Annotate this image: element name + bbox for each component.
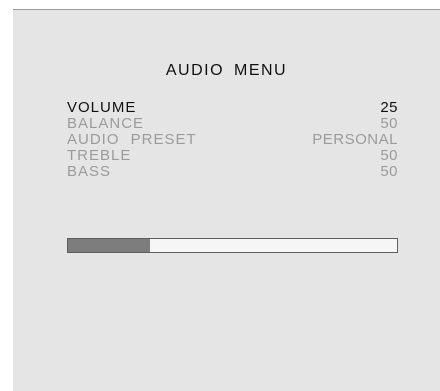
menu-item-treble[interactable]: TREBLE 50: [67, 148, 398, 164]
menu-item-label: VOLUME: [67, 99, 137, 116]
menu-item-value: PERSONAL: [312, 131, 398, 148]
menu-item-value: 50: [380, 115, 398, 132]
menu-item-label: TREBLE: [67, 147, 132, 164]
menu-item-value: 50: [380, 147, 398, 164]
menu-item-value: 50: [380, 163, 398, 180]
menu-item-label: BASS: [67, 163, 112, 180]
audio-menu-panel: AUDIO MENU VOLUME 25 BALANCE 50 AUDIO PR…: [13, 9, 440, 391]
audio-menu-list: VOLUME 25 BALANCE 50 AUDIO PRESET PERSON…: [67, 100, 398, 180]
menu-item-volume[interactable]: VOLUME 25: [67, 100, 398, 116]
menu-item-balance[interactable]: BALANCE 50: [67, 116, 398, 132]
volume-level-fill: [68, 239, 151, 252]
menu-item-label: BALANCE: [67, 115, 145, 132]
menu-item-value: 25: [380, 99, 398, 116]
menu-item-label: AUDIO PRESET: [67, 131, 197, 148]
menu-title: AUDIO MENU: [165, 62, 288, 79]
volume-level-bar[interactable]: [67, 238, 398, 253]
menu-item-audio-preset[interactable]: AUDIO PRESET PERSONAL: [67, 132, 398, 148]
menu-item-bass[interactable]: BASS 50: [67, 164, 398, 180]
